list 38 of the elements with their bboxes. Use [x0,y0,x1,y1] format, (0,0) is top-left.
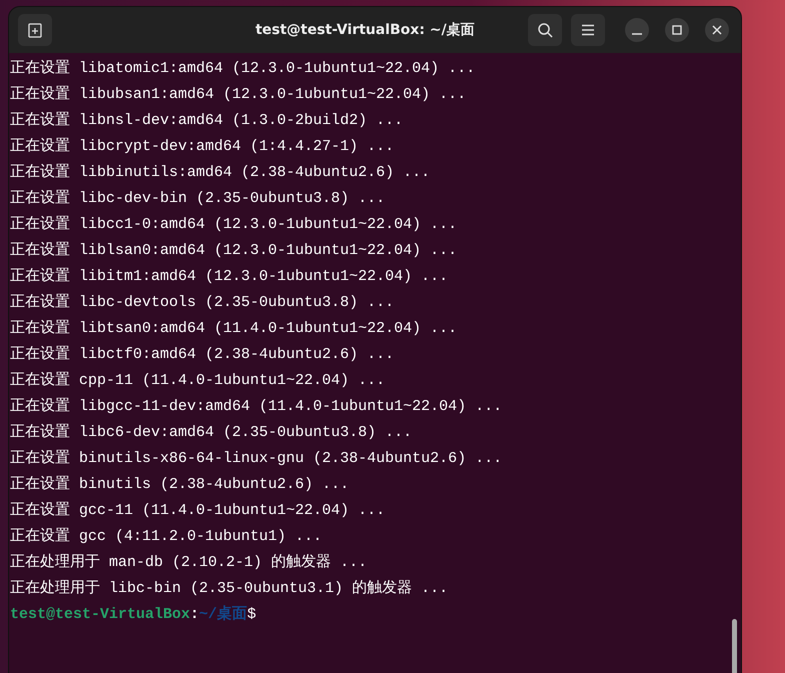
terminal-line: 正在设置 libitm1:amd64 (12.3.0-1ubuntu1~22.04) ... [10,266,450,287]
close-button[interactable] [705,18,729,42]
new-tab-button[interactable] [18,14,52,46]
terminal-line: 正在设置 libatomic1:amd64 (12.3.0-1ubuntu1~22.04) ... [10,58,476,79]
terminal-line: 正在设置 libtsan0:amd64 (11.4.0-1ubuntu1~22.04) ... [10,318,458,339]
terminal-line: 正在设置 gcc-11 (11.4.0-1ubuntu1~22.04) ... [10,500,386,521]
terminal-line: 正在设置 gcc (4:11.2.0-1ubuntu1) ... [10,526,324,547]
prompt-path: ~/桌面 [199,604,248,625]
search-icon [537,22,553,38]
minimize-button[interactable] [625,18,649,42]
search-button[interactable] [528,14,562,46]
prompt-user-host: test@test-VirtualBox [10,605,190,625]
minimize-icon [632,33,642,35]
terminal-line: 正在处理用于 libc-bin (2.35-0ubuntu3.1) 的触发器 ... [10,578,450,599]
terminal-line: 正在处理用于 man-db (2.10.2-1) 的触发器 ... [10,552,368,573]
terminal-line: 正在设置 libcc1-0:amd64 (12.3.0-1ubuntu1~22.04) ... [10,214,458,235]
terminal-line: 正在设置 libc6-dev:amd64 (2.35-0ubuntu3.8) ... [10,422,414,443]
terminal-line: 正在设置 cpp-11 (11.4.0-1ubuntu1~22.04) ... [10,370,386,391]
prompt-symbol: $ [247,605,256,625]
terminal-line: 正在设置 libc-dev-bin (2.35-0ubuntu3.8) ... [10,188,386,209]
terminal-line: 正在设置 liblsan0:amd64 (12.3.0-1ubuntu1~22.04) ... [10,240,458,261]
terminal-line: 正在设置 libctf0:amd64 (2.38-4ubuntu2.6) ... [10,344,396,365]
terminal-line: 正在设置 libnsl-dev:amd64 (1.3.0-2build2) ... [10,110,404,131]
maximize-icon [672,25,682,35]
prompt-separator: : [190,605,200,625]
terminal-line: 正在设置 libc-devtools (2.35-0ubuntu3.8) ... [10,292,396,313]
terminal-line: 正在设置 libcrypt-dev:amd64 (1:4.4.27-1) ... [10,136,396,157]
close-icon [712,25,722,35]
window-title: test@test-VirtualBox: ~/桌面 [255,20,475,40]
terminal-line: 正在设置 binutils-x86-64-linux-gnu (2.38-4ubuntu2.6) ... [10,448,504,469]
maximize-button[interactable] [665,18,689,42]
terminal-line: 正在设置 libbinutils:amd64 (2.38-4ubuntu2.6) ... [10,162,432,183]
terminal-line: 正在设置 libgcc-11-dev:amd64 (11.4.0-1ubuntu1~22.04) ... [10,396,504,417]
new-tab-icon [27,22,43,38]
menu-icon [581,24,595,36]
menu-button[interactable] [571,14,605,46]
terminal-line: 正在设置 libubsan1:amd64 (12.3.0-1ubuntu1~22.04) ... [10,84,468,105]
terminal-line: 正在设置 binutils (2.38-4ubuntu2.6) ... [10,474,350,495]
